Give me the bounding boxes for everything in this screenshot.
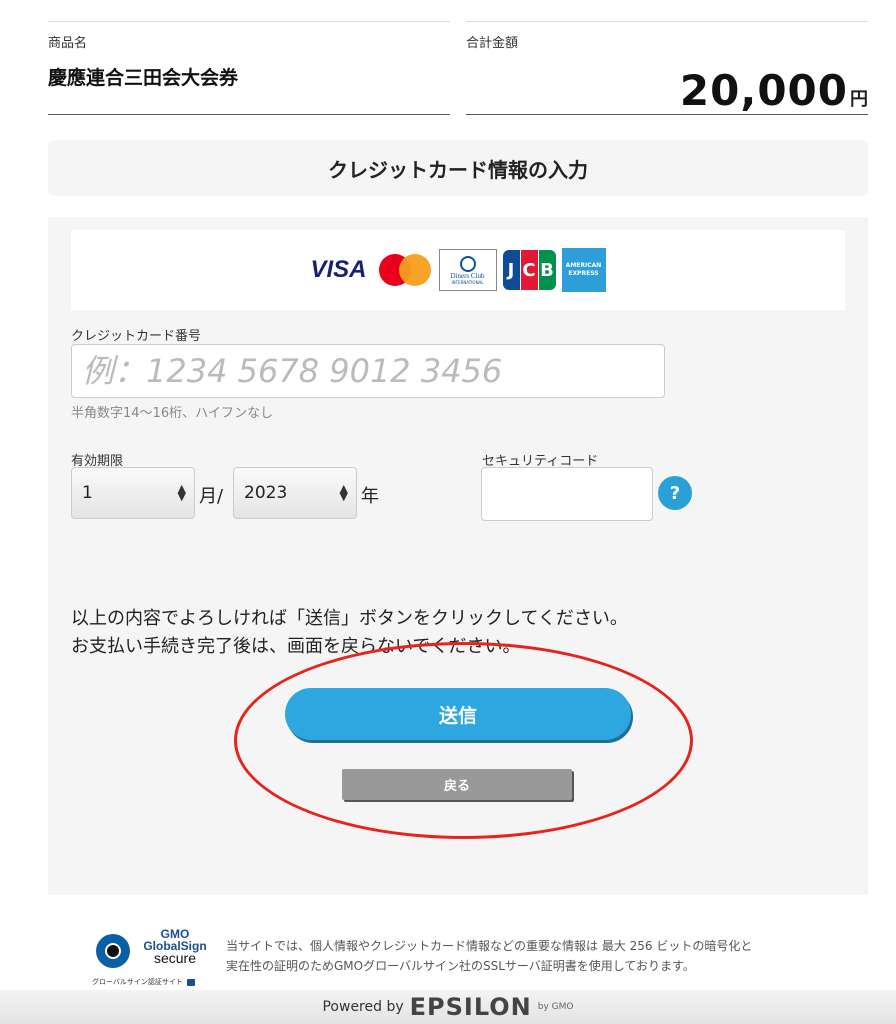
powered-by-text: Powered by bbox=[322, 999, 404, 1015]
total-bottom-divider bbox=[466, 114, 868, 115]
security-code-help-button[interactable]: ? bbox=[658, 476, 692, 510]
expiry-year-select[interactable]: 2023 ▲ ▼ bbox=[233, 467, 357, 519]
security-code-input[interactable] bbox=[481, 467, 653, 521]
lock-icon bbox=[187, 978, 196, 986]
submit-notice-line1: 以上の内容でよろしければ「送信」ボタンをクリックしてください。 bbox=[71, 608, 628, 629]
card-number-hint: 半角数字14〜16桁、ハイフンなし bbox=[71, 406, 274, 421]
product-bottom-divider bbox=[48, 114, 450, 115]
ssl-description: 当サイトでは、個人情報やクレジットカード情報などの重要な情報は 最大 256 ビ… bbox=[226, 939, 753, 973]
expiry-year-value: 2023 bbox=[244, 483, 288, 503]
currency-unit: 円 bbox=[850, 89, 868, 110]
footer-bar: Powered by EPSILON by GMO bbox=[0, 990, 896, 1024]
total-amount: 20,000 bbox=[679, 66, 848, 115]
by-gmo-text: by GMO bbox=[537, 1002, 574, 1012]
visa-logo: VISA bbox=[310, 256, 367, 283]
globalsign-secure-text: secure bbox=[153, 950, 197, 966]
highlight-ellipse bbox=[234, 642, 693, 839]
expiry-month-value: 1 bbox=[82, 483, 93, 503]
year-unit: 年 bbox=[361, 486, 379, 507]
jcb-logo: J C B bbox=[502, 250, 556, 290]
mastercard-logo bbox=[377, 253, 433, 287]
select-arrows-icon: ▲ ▼ bbox=[177, 482, 186, 503]
product-label: 商品名 bbox=[48, 36, 88, 51]
globalsign-eye-icon bbox=[96, 934, 130, 968]
globalsign-seal: GMO GlobalSign secure グローバルサイン認証サイト bbox=[92, 928, 216, 990]
globalsign-caption: グローバルサイン認証サイト bbox=[92, 977, 196, 987]
card-number-input[interactable] bbox=[71, 344, 665, 398]
card-number-label: クレジットカード番号 bbox=[71, 329, 202, 344]
section-title: クレジットカード情報の入力 bbox=[48, 140, 868, 196]
card-brands-strip: VISA Diners Club INTERNATIONAL J C B AME… bbox=[71, 230, 845, 310]
epsilon-logo: EPSILON bbox=[409, 993, 532, 1021]
total-top-divider bbox=[466, 21, 868, 22]
diners-club-logo: Diners Club INTERNATIONAL bbox=[438, 249, 497, 291]
select-arrows-icon: ▲ ▼ bbox=[339, 482, 348, 503]
expiry-month-select[interactable]: 1 ▲ ▼ bbox=[71, 467, 195, 519]
product-name: 慶應連合三田会大会券 bbox=[48, 67, 239, 89]
total-label: 合計金額 bbox=[466, 36, 519, 51]
american-express-logo: AMERICAN EXPRESS bbox=[561, 248, 606, 292]
product-top-divider bbox=[48, 21, 450, 22]
total-amount-group: 20,000 円 bbox=[680, 66, 868, 115]
month-unit: 月/ bbox=[199, 486, 224, 507]
